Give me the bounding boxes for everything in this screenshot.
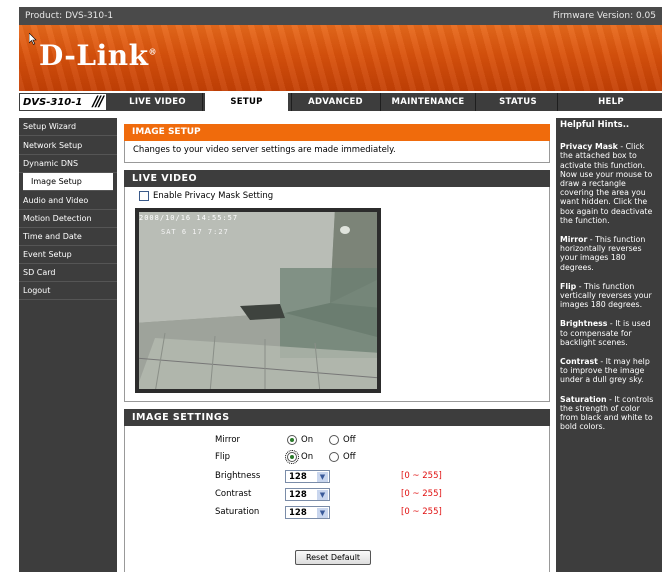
mirror-off-label: Off bbox=[343, 435, 356, 445]
flip-off-label: Off bbox=[343, 452, 356, 462]
slash-decoration: /// bbox=[92, 94, 104, 110]
contrast-label: Contrast bbox=[215, 489, 252, 499]
brightness-select[interactable]: 128 ▼ bbox=[285, 470, 330, 483]
helpful-hints-panel: Helpful Hints.. Privacy Mask - Click the… bbox=[556, 118, 662, 572]
tab-live-video[interactable]: LIVE VIDEO bbox=[116, 93, 199, 111]
product-name: Product: DVS-310-1 bbox=[25, 11, 114, 21]
sidebar-item-image-setup[interactable]: Image Setup bbox=[23, 173, 113, 191]
hint-privacy-mask: Privacy Mask - Click the attached box to… bbox=[560, 142, 653, 225]
hint-contrast: Contrast - It may help to improve the im… bbox=[560, 357, 650, 385]
tab-setup[interactable]: SETUP bbox=[205, 93, 288, 113]
sidebar-item-dynamic-dns[interactable]: Dynamic DNS bbox=[19, 155, 117, 173]
sidebar-item-audio-and-video[interactable]: Audio and Video bbox=[19, 192, 117, 210]
image-setup-description: Changes to your video server settings ar… bbox=[133, 145, 396, 155]
main-nav: DVS-310-1 /// LIVE VIDEO SETUP ADVANCED … bbox=[19, 93, 662, 113]
live-video-panel: Enable Privacy Mask Setting 2008/10/16 1 bbox=[124, 187, 550, 402]
tab-status[interactable]: STATUS bbox=[478, 93, 558, 111]
video-timestamp: 2008/10/16 14:55:57 bbox=[139, 214, 239, 222]
video-overlay-text: SAT 6 17 7:27 bbox=[161, 228, 229, 236]
image-setup-panel: Changes to your video server settings ar… bbox=[124, 141, 550, 163]
logo-text: D-Link bbox=[39, 39, 149, 72]
image-setup-title: IMAGE SETUP bbox=[124, 124, 550, 141]
firmware-version: Firmware Version: 0.05 bbox=[552, 11, 656, 21]
brightness-range: [0 ~ 255] bbox=[401, 471, 442, 481]
sidebar-item-logout[interactable]: Logout bbox=[19, 282, 117, 300]
live-video-feed[interactable]: 2008/10/16 14:55:57 SAT 6 17 7:27 bbox=[135, 208, 381, 393]
chevron-down-icon: ▼ bbox=[317, 472, 328, 482]
brand-banner: D-Link® bbox=[19, 25, 662, 91]
saturation-select[interactable]: 128 ▼ bbox=[285, 506, 330, 519]
sidebar-item-setup-wizard[interactable]: Setup Wizard bbox=[19, 118, 117, 136]
logo-registered-mark: ® bbox=[148, 46, 158, 57]
brightness-value: 128 bbox=[289, 472, 307, 482]
top-info-bar: Product: DVS-310-1 Firmware Version: 0.0… bbox=[19, 7, 662, 25]
hint-flip: Flip - This function vertically reverses… bbox=[560, 281, 652, 310]
image-settings-panel: Mirror On Off Flip On Off Brightness 128… bbox=[124, 426, 550, 572]
flip-off-radio[interactable] bbox=[329, 452, 339, 462]
saturation-label: Saturation bbox=[215, 507, 260, 517]
sidebar-item-motion-detection[interactable]: Motion Detection bbox=[19, 210, 117, 228]
contrast-select[interactable]: 128 ▼ bbox=[285, 488, 330, 501]
contrast-range: [0 ~ 255] bbox=[401, 489, 442, 499]
sidebar-item-sd-card[interactable]: SD Card bbox=[19, 264, 117, 282]
hint-mirror: Mirror - This function horizontally reve… bbox=[560, 235, 646, 272]
flip-label: Flip bbox=[215, 452, 231, 462]
hints-title: Helpful Hints.. bbox=[560, 120, 630, 130]
chevron-down-icon: ▼ bbox=[317, 490, 328, 500]
mirror-on-label: On bbox=[301, 435, 314, 445]
chevron-down-icon: ▼ bbox=[317, 508, 328, 518]
image-settings-title: IMAGE SETTINGS bbox=[124, 409, 550, 426]
sidebar-item-time-and-date[interactable]: Time and Date bbox=[19, 228, 117, 246]
live-video-title: LIVE VIDEO bbox=[124, 170, 550, 187]
contrast-value: 128 bbox=[289, 490, 307, 500]
saturation-range: [0 ~ 255] bbox=[401, 507, 442, 517]
model-name: DVS-310-1 bbox=[23, 97, 83, 108]
flip-on-label: On bbox=[301, 452, 314, 462]
sidebar-item-network-setup[interactable]: Network Setup bbox=[19, 137, 117, 155]
tab-advanced[interactable]: ADVANCED bbox=[294, 93, 377, 111]
mouse-cursor-icon bbox=[29, 33, 37, 45]
mirror-label: Mirror bbox=[215, 435, 241, 445]
privacy-mask-checkbox[interactable] bbox=[139, 191, 149, 201]
dlink-logo[interactable]: D-Link® bbox=[39, 39, 157, 72]
brightness-label: Brightness bbox=[215, 471, 261, 481]
sidebar-item-event-setup[interactable]: Event Setup bbox=[19, 246, 117, 264]
mirror-off-radio[interactable] bbox=[329, 435, 339, 445]
hint-saturation: Saturation - It controls the strength of… bbox=[560, 394, 654, 432]
saturation-value: 128 bbox=[289, 508, 307, 518]
reset-default-button[interactable]: Reset Default bbox=[295, 550, 371, 565]
privacy-mask-label: Enable Privacy Mask Setting bbox=[153, 191, 274, 201]
main-content: IMAGE SETUP Changes to your video server… bbox=[124, 118, 554, 572]
flip-on-radio[interactable] bbox=[285, 450, 299, 464]
mirror-on-radio[interactable] bbox=[287, 435, 297, 445]
tab-maintenance[interactable]: MAINTENANCE bbox=[383, 93, 473, 111]
hint-brightness: Brightness - It is used to compensate fo… bbox=[560, 319, 651, 347]
sidebar: Setup Wizard Network Setup Dynamic DNS I… bbox=[19, 118, 117, 572]
model-badge: DVS-310-1 /// bbox=[19, 93, 107, 111]
tab-help[interactable]: HELP bbox=[560, 93, 662, 111]
